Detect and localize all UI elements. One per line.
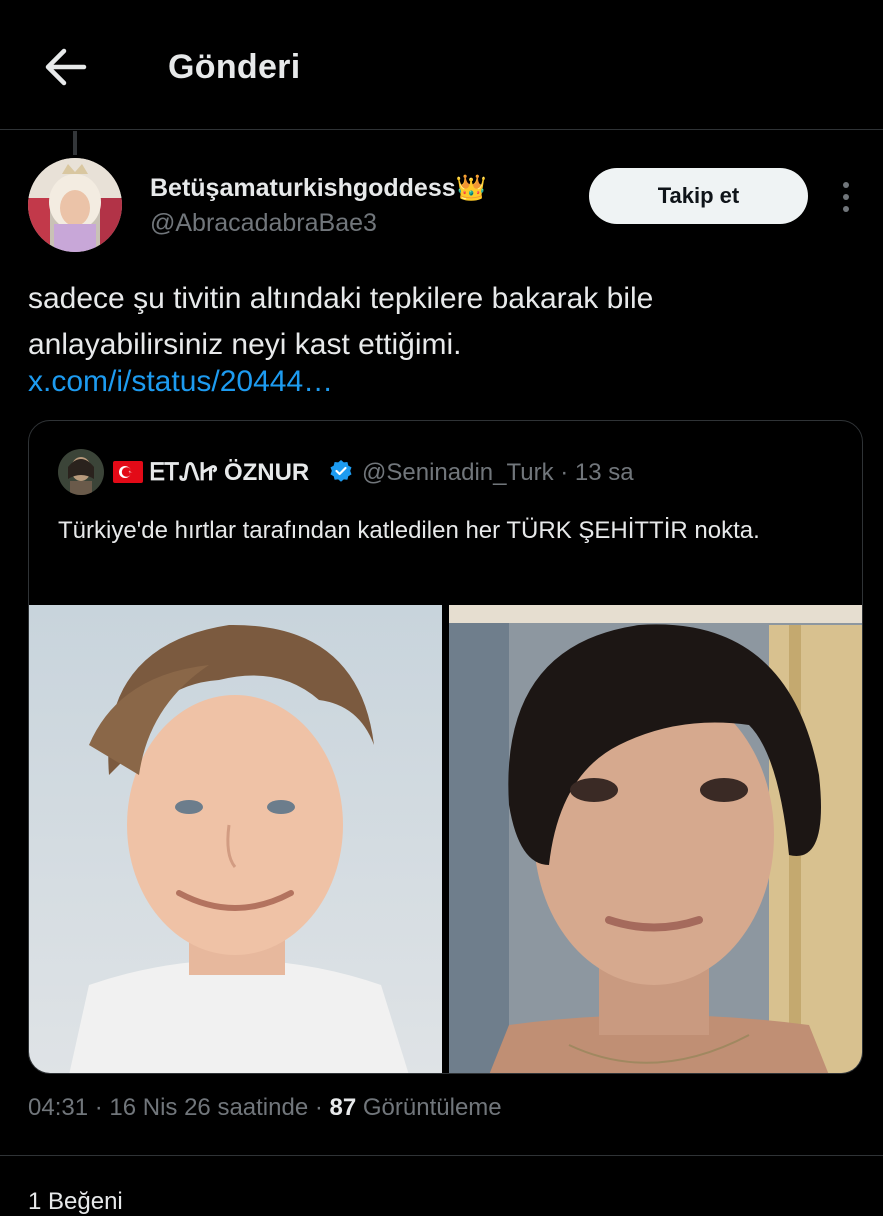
top-bar: Gönderi — [0, 0, 883, 130]
quoted-image-2[interactable] — [449, 605, 862, 1073]
quoted-post-text: Türkiye'de hırtlar tarafından katledilen… — [58, 517, 760, 544]
post-text: sadece şu tivitin altındaki tepkilere ba… — [28, 282, 654, 361]
quoted-post-time: · 13 sa — [560, 459, 634, 486]
divider — [0, 1155, 883, 1156]
quoted-author-meta: @Seninadin_Turk · 13 sa — [362, 459, 634, 487]
crown-emoji: 👑 — [455, 174, 487, 202]
more-vertical-icon[interactable] — [836, 180, 856, 214]
quoted-author-handle: @Seninadin_Turk — [362, 459, 554, 486]
post-link[interactable]: x.com/i/status/20444… — [28, 365, 333, 399]
likes-count-peek[interactable]: 1 Beğeni — [28, 1188, 123, 1216]
author-handle[interactable]: @AbracadabraBae3 — [150, 209, 377, 238]
thread-connector-line — [73, 131, 77, 155]
author-display-name: Betüşamaturkishgoddess — [150, 174, 456, 202]
author-avatar[interactable] — [28, 158, 122, 252]
author-name[interactable]: Betüşamaturkishgoddess👑 — [150, 174, 487, 203]
arrow-left-icon[interactable] — [42, 46, 88, 88]
views-count: 87 — [329, 1094, 357, 1121]
post-meta: 04:31 · 16 Nis 26 saatinde · 87 Görüntül… — [28, 1094, 502, 1122]
post-timestamp[interactable]: 04:31 · 16 Nis 26 saatinde · — [28, 1094, 323, 1121]
views-label: Görüntüleme — [362, 1094, 502, 1121]
follow-button[interactable]: Takip et — [589, 168, 808, 224]
quoted-author-avatar — [58, 449, 104, 495]
turkey-flag-icon — [113, 461, 143, 483]
quoted-post[interactable]: ᎬᎢᏁᏥ ÖZNUR @Seninadin_Turk · 13 sa Türki… — [28, 420, 863, 1074]
page-title: Gönderi — [168, 48, 301, 86]
verified-badge-icon — [330, 460, 352, 482]
quoted-image-1[interactable] — [29, 605, 442, 1073]
quoted-author-name: ᎬᎢᏁᏥ ÖZNUR — [150, 459, 310, 486]
